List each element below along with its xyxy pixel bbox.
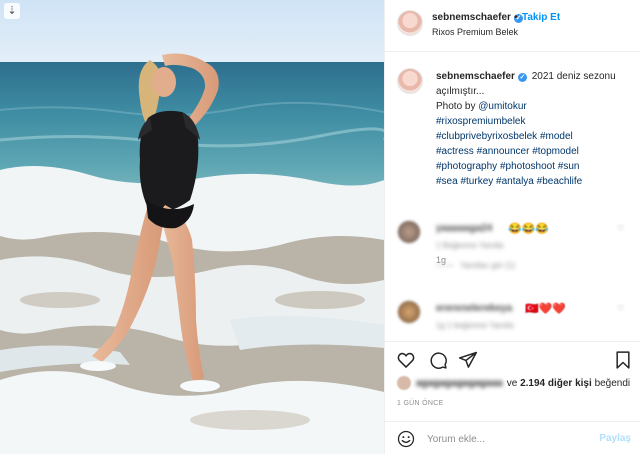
commenter-username[interactable]: yaaaaaga24 xyxy=(436,223,492,234)
hashtag[interactable]: #photoshoot xyxy=(500,161,555,172)
post-photo[interactable]: ⇣ xyxy=(0,0,384,454)
hashtag[interactable]: #beachlife xyxy=(537,176,583,187)
commenter-username[interactable]: ererenelerekeya xyxy=(436,303,512,314)
comment-input[interactable] xyxy=(427,429,587,449)
hashtag[interactable]: #topmodel xyxy=(532,146,579,157)
post-header: sebnemschaefer ✓ • Takip Et Rixos Premium… xyxy=(385,0,640,52)
post-location[interactable]: Rixos Premium Belek xyxy=(432,27,518,37)
hashtag[interactable]: #photography xyxy=(436,161,497,172)
author-username[interactable]: sebnemschaefer ✓ xyxy=(432,12,523,23)
verified-badge-icon: ✓ xyxy=(517,73,527,82)
liker-avatar xyxy=(397,376,411,390)
author-avatar[interactable] xyxy=(397,10,423,36)
hashtag[interactable]: #antalya xyxy=(496,176,534,187)
likes-count[interactable]: 2.194 diğer kişi xyxy=(520,378,592,389)
hashtag[interactable]: #sun xyxy=(558,161,580,172)
photo-credit-mention[interactable]: @umitokur xyxy=(478,101,527,112)
comment-icon[interactable] xyxy=(428,350,448,370)
post-actions xyxy=(385,341,640,371)
beach-photo xyxy=(0,0,384,454)
caption-avatar[interactable] xyxy=(397,68,423,94)
comment-like-icon[interactable]: ♡ xyxy=(617,304,625,313)
commenter-avatar[interactable] xyxy=(397,300,421,324)
post-side-panel: sebnemschaefer ✓ • Takip Et Rixos Premium… xyxy=(384,0,640,454)
hashtag[interactable]: #model xyxy=(540,131,573,142)
comment-emoji: 🇹🇷❤️❤️ xyxy=(525,303,567,315)
liker-username[interactable]: agagagagagagaaa xyxy=(416,378,503,389)
smiley-icon[interactable] xyxy=(397,430,415,448)
hashtag[interactable]: #announcer xyxy=(477,146,530,157)
caption-username[interactable]: sebnemschaefer ✓ xyxy=(436,71,527,82)
comment-meta: 1 Beğenme Yanıtla xyxy=(436,241,504,250)
likes-summary[interactable]: agagagagagagaaa ve 2.194 diğer kişi beğe… xyxy=(397,376,630,390)
hashtag[interactable]: #rixospremiumbelek xyxy=(436,116,525,127)
follow-button[interactable]: Takip Et xyxy=(522,12,560,23)
likes-suffix: beğendi xyxy=(594,377,631,389)
view-replies-link[interactable]: Yanıtları gör (1) xyxy=(436,261,515,270)
commenter-avatar[interactable] xyxy=(397,220,421,244)
hashtag[interactable]: #sea xyxy=(436,176,458,187)
hashtag[interactable]: #turkey xyxy=(460,176,493,187)
comment-item: ererenelerekeya 🇹🇷❤️❤️ 1g 1 beğenme Yanı… xyxy=(385,300,640,340)
hashtag[interactable]: #actress xyxy=(436,146,474,157)
photo-credit-prefix: Photo by xyxy=(436,101,476,112)
caption-text: sebnemschaefer ✓ 2021 deniz sezonu açılmı… xyxy=(436,69,632,189)
header-separator: • xyxy=(514,12,518,23)
comment-like-icon[interactable]: ♡ xyxy=(617,224,625,233)
bookmark-icon[interactable] xyxy=(613,350,633,370)
comment-emoji: 😂😂😂 xyxy=(508,223,550,235)
post-comment-button[interactable]: Paylaş xyxy=(599,433,631,444)
likes-connector: ve xyxy=(506,377,518,389)
post-date: 1 GÜN ÖNCE xyxy=(397,400,444,407)
hashtag[interactable]: #clubprivebyrixosbelek xyxy=(436,131,537,142)
download-icon[interactable]: ⇣ xyxy=(4,3,20,19)
comment-meta: 1g 1 beğenme Yanıtla xyxy=(436,321,514,330)
comment-composer: Paylaş xyxy=(385,421,640,454)
heart-icon[interactable] xyxy=(396,350,416,370)
replies-line xyxy=(436,265,454,267)
comment-item: yaaaaaga24 😂😂😂 1 Beğenme Yanıtla ♡ Yanıt… xyxy=(385,220,640,270)
share-icon[interactable] xyxy=(458,350,478,370)
